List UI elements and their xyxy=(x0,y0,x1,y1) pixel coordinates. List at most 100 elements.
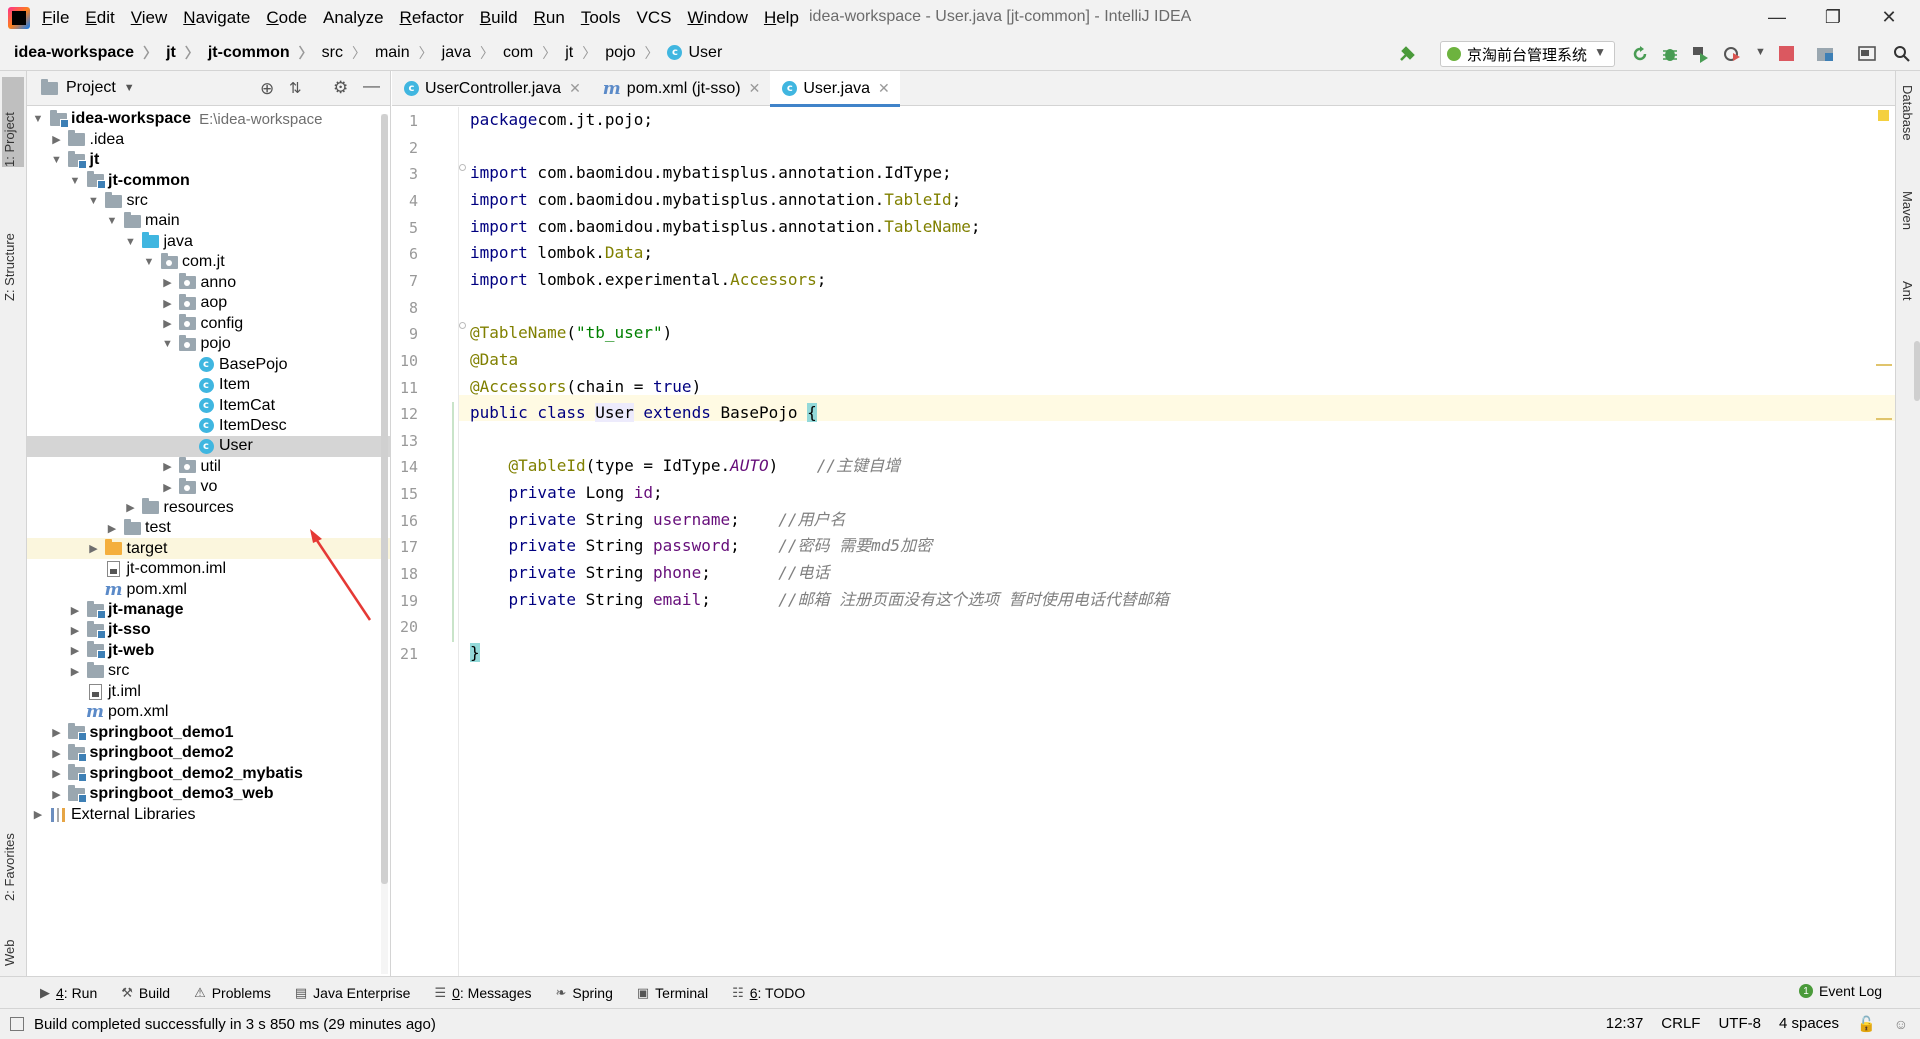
debug-icon[interactable] xyxy=(1661,45,1679,63)
menu-item[interactable]: Build xyxy=(480,8,518,28)
bottom-tool-tab[interactable]: ▤ Java Enterprise xyxy=(295,985,411,1001)
project-panel-title[interactable]: Project xyxy=(66,79,116,97)
code-editor[interactable]: packagecom.jt.pojo; import com.baomidou.m… xyxy=(470,107,1880,976)
menu-item[interactable]: Edit xyxy=(85,8,114,28)
expand-arrow-icon[interactable]: ▼ xyxy=(105,215,119,227)
menu-item[interactable]: File xyxy=(42,8,69,28)
rerun-icon[interactable] xyxy=(1631,45,1649,63)
project-tool-tab[interactable]: 1: Project xyxy=(2,77,24,167)
menu-item[interactable]: Code xyxy=(266,8,307,28)
expand-arrow-icon[interactable]: ▼ xyxy=(50,154,64,166)
editor-tab[interactable]: m pom.xml (jt-sso) ✕ xyxy=(591,71,771,106)
minimize-icon[interactable]: — xyxy=(1766,6,1788,28)
tree-node[interactable]: ▶ vo xyxy=(27,477,390,497)
bottom-tool-tab[interactable]: ⚠ Problems xyxy=(194,985,271,1001)
stop-icon[interactable] xyxy=(1779,46,1794,61)
menu-item[interactable]: VCS xyxy=(637,8,672,28)
collapse-arrow-icon[interactable]: ▶ xyxy=(50,788,64,801)
tree-node[interactable]: ▼ jt xyxy=(27,150,390,170)
tree-node[interactable]: ▼ java xyxy=(27,232,390,252)
tree-node[interactable]: ▼ main xyxy=(27,211,390,231)
menu-item[interactable]: Refactor xyxy=(400,8,464,28)
breadcrumb-item[interactable]: idea-workspace 〉 xyxy=(14,43,166,63)
build-hammer-icon[interactable] xyxy=(1398,45,1416,63)
tree-node[interactable]: ▼ src xyxy=(27,191,390,211)
bottom-tool-tab[interactable]: ☰ 0: Messages xyxy=(434,985,531,1001)
restore-icon[interactable]: ❐ xyxy=(1822,6,1844,28)
tree-node[interactable]: c User xyxy=(27,436,390,457)
toggle-tool-windows-icon[interactable] xyxy=(10,1017,24,1031)
presentation-mode-icon[interactable] xyxy=(1858,45,1876,63)
fold-marker-icon[interactable] xyxy=(459,164,466,171)
collapse-arrow-icon[interactable]: ▶ xyxy=(161,297,175,310)
menu-item[interactable]: View xyxy=(131,8,168,28)
collapse-arrow-icon[interactable]: ▶ xyxy=(68,604,82,617)
ant-tool-tab[interactable]: Ant xyxy=(1900,281,1915,301)
breadcrumb-item[interactable]: pojo 〉 xyxy=(605,43,667,63)
collapse-arrow-icon[interactable]: ▶ xyxy=(161,317,175,330)
hide-panel-icon[interactable]: — xyxy=(363,76,380,96)
tree-node[interactable]: ▼ jt-common xyxy=(27,170,390,190)
close-tab-icon[interactable]: ✕ xyxy=(878,80,890,97)
inspection-status-icon[interactable] xyxy=(1878,110,1889,121)
tree-node[interactable]: m pom.xml xyxy=(27,702,390,722)
status-message[interactable]: Build completed successfully in 3 s 850 … xyxy=(34,1016,436,1033)
expand-arrow-icon[interactable]: ▼ xyxy=(142,256,156,268)
tree-node[interactable]: ▶ aop xyxy=(27,293,390,313)
tree-node[interactable]: ▶ springboot_demo2_mybatis xyxy=(27,763,390,783)
tree-node[interactable]: ▼ com.jt xyxy=(27,252,390,272)
tree-node[interactable]: ▶ springboot_demo2 xyxy=(27,743,390,763)
project-structure-icon[interactable] xyxy=(1816,45,1834,63)
tree-node[interactable]: ▶ springboot_demo1 xyxy=(27,723,390,743)
tree-node[interactable]: ▶ anno xyxy=(27,273,390,293)
fold-marker-icon[interactable] xyxy=(459,322,466,329)
collapse-arrow-icon[interactable]: ▶ xyxy=(68,644,82,657)
breadcrumb-item[interactable]: jt 〉 xyxy=(565,43,605,63)
breadcrumb-item[interactable]: c User xyxy=(667,44,722,62)
tree-node[interactable]: c Item xyxy=(27,375,390,395)
close-tab-icon[interactable]: ✕ xyxy=(749,80,761,97)
gear-icon[interactable]: ⚙ xyxy=(333,78,348,98)
breadcrumb-item[interactable]: main 〉 xyxy=(375,43,442,63)
expand-arrow-icon[interactable]: ▼ xyxy=(124,236,138,248)
tree-node[interactable]: c ItemDesc xyxy=(27,416,390,436)
menu-item[interactable]: Window xyxy=(687,8,747,28)
collapse-arrow-icon[interactable]: ▶ xyxy=(68,624,82,637)
database-tool-tab[interactable]: Database xyxy=(1900,85,1915,141)
collapse-arrow-icon[interactable]: ▶ xyxy=(87,542,101,555)
breadcrumb-item[interactable]: src 〉 xyxy=(322,43,375,63)
collapse-arrow-icon[interactable]: ▶ xyxy=(161,481,175,494)
inspector-icon[interactable]: ☺ xyxy=(1894,1016,1908,1032)
editor-tab[interactable]: c UserController.java ✕ xyxy=(392,71,591,106)
collapse-arrow-icon[interactable]: ▶ xyxy=(31,808,45,821)
tree-node[interactable]: ▶ src xyxy=(27,661,390,681)
file-encoding[interactable]: UTF-8 xyxy=(1718,1015,1761,1032)
structure-tool-tab[interactable]: Z: Structure xyxy=(2,181,17,301)
tree-node[interactable]: ▶ External Libraries xyxy=(27,804,390,824)
expand-arrow-icon[interactable]: ▼ xyxy=(31,113,45,125)
menu-item[interactable]: Tools xyxy=(581,8,621,28)
close-tab-icon[interactable]: ✕ xyxy=(569,80,581,97)
search-icon[interactable] xyxy=(1893,45,1911,63)
breadcrumb-item[interactable]: java 〉 xyxy=(442,43,503,63)
collapse-arrow-icon[interactable]: ▶ xyxy=(124,501,138,514)
collapse-arrow-icon[interactable]: ▶ xyxy=(68,665,82,678)
bottom-tool-tab[interactable]: ▶ 4: Run xyxy=(40,985,97,1001)
collapse-arrow-icon[interactable]: ▶ xyxy=(105,522,119,535)
breadcrumb-item[interactable]: jt 〉 xyxy=(166,43,208,63)
tree-node[interactable]: ▶ springboot_demo3_web xyxy=(27,784,390,804)
tree-node[interactable]: ▶ config xyxy=(27,314,390,334)
run-with-coverage-icon[interactable] xyxy=(1691,45,1709,63)
tree-node[interactable]: ▶ jt-web xyxy=(27,641,390,661)
bottom-tool-tab[interactable]: ☷ 6: TODO xyxy=(732,985,805,1001)
expand-arrow-icon[interactable]: ▼ xyxy=(68,175,82,187)
web-tool-tab[interactable]: Web xyxy=(2,916,17,967)
collapse-arrow-icon[interactable]: ▶ xyxy=(50,726,64,739)
menu-item[interactable]: Run xyxy=(534,8,565,28)
maven-tool-tab[interactable]: Maven xyxy=(1900,191,1915,230)
tree-node[interactable]: jt.iml xyxy=(27,682,390,702)
favorites-tool-tab[interactable]: 2: Favorites xyxy=(2,791,17,901)
tree-node[interactable]: ▼ idea-workspace E:\idea-workspace xyxy=(27,109,390,129)
line-separator[interactable]: CRLF xyxy=(1661,1015,1700,1032)
tree-node[interactable]: ▶ .idea xyxy=(27,129,390,149)
